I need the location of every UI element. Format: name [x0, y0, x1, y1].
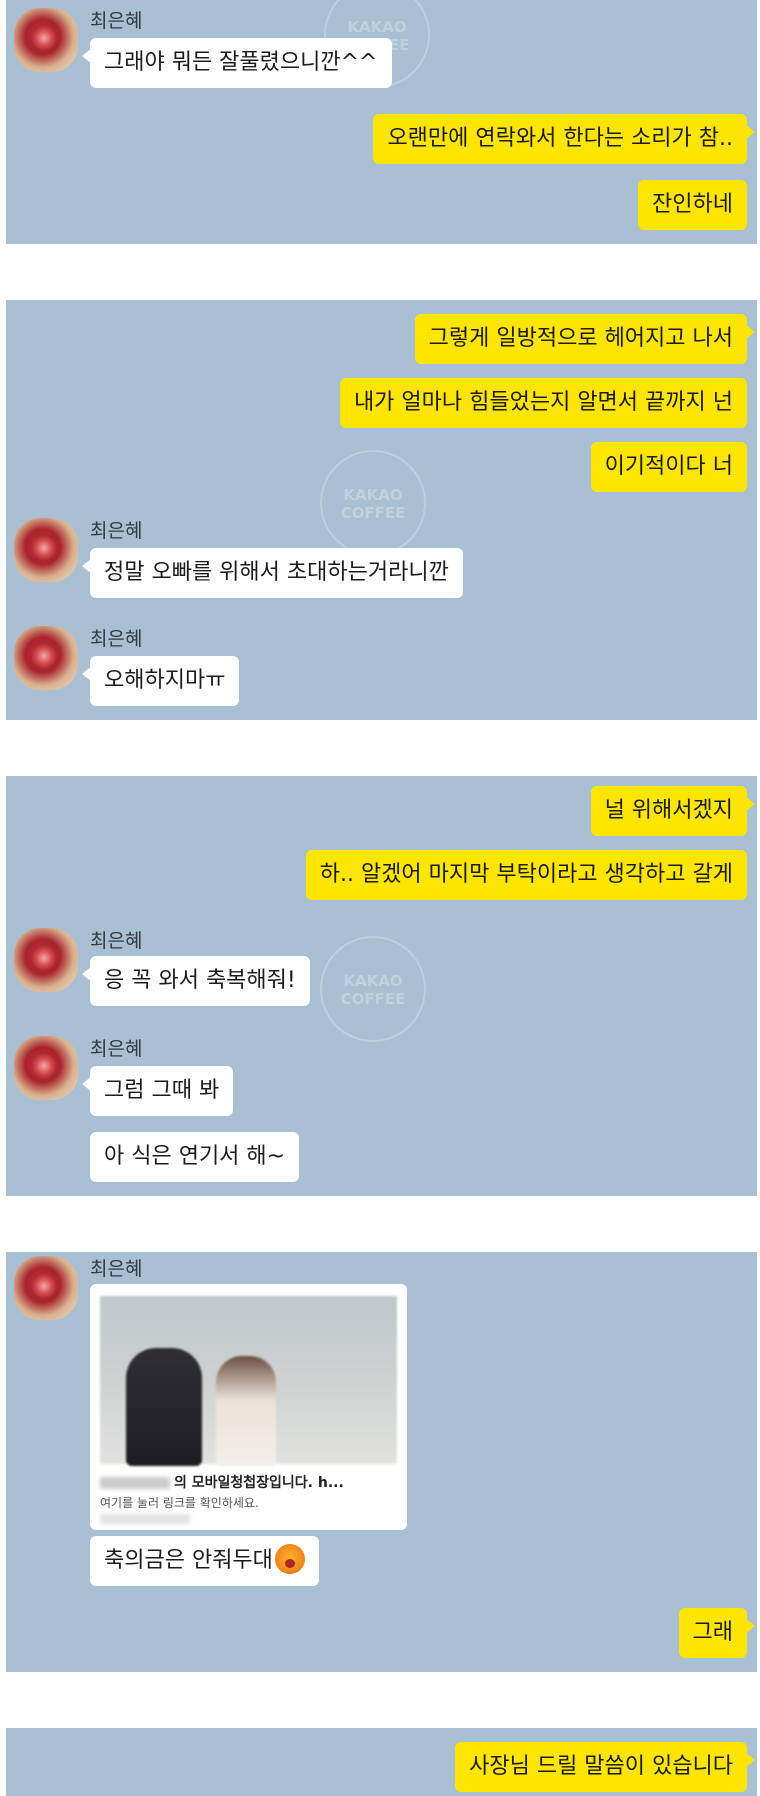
watermark-text: KAKAO: [343, 972, 403, 990]
avatar[interactable]: [14, 928, 78, 992]
watermark-text: COFFEE: [340, 504, 406, 522]
wedding-photo: [100, 1296, 397, 1466]
message-bubble[interactable]: 그럼 그때 봐: [81, 1066, 234, 1116]
message-bubble[interactable]: 축의금은 안줘두대: [90, 1536, 319, 1586]
message-bubble[interactable]: 오해하지마ㅠ: [81, 656, 240, 706]
chat-panel-3: KAKAO COFFEE 널 위해서겠지 하.. 알겠어 마지막 부탁이라고 생…: [6, 776, 757, 1196]
message-bubble[interactable]: 아 식은 연기서 해~: [90, 1132, 300, 1182]
sender-name: 최은혜: [90, 930, 143, 952]
groom-figure: [126, 1348, 202, 1466]
avatar[interactable]: [14, 518, 78, 582]
message-bubble[interactable]: 정말 오빠를 위해서 초대하는거라니깐: [82, 548, 463, 598]
watermark-text: KAKAO: [343, 486, 403, 504]
sender-name: 최은혜: [90, 628, 143, 650]
link-title: 의 모바일청첩장입니다. h...: [100, 1472, 344, 1492]
message-bubble[interactable]: 오랜만에 연락와서 한다는 소리가 참..: [373, 114, 755, 164]
watermark-text: COFFEE: [344, 36, 410, 54]
avatar[interactable]: [14, 8, 78, 72]
message-bubble[interactable]: 내가 얼마나 힘들었는지 알면서 끝까지 넌: [339, 378, 747, 428]
watermark-text: KAKAO: [347, 18, 407, 36]
chat-panel-5: 사장님 드릴 말씀이 있습니다: [6, 1728, 757, 1796]
message-bubble[interactable]: 그렇게 일방적으로 헤어지고 나서: [414, 314, 756, 364]
sender-name: 최은혜: [90, 1258, 143, 1280]
watermark-text: COFFEE: [340, 990, 406, 1008]
chat-panel-4: 최은혜 의 모바일청첩장입니다. h... 여기를 눌러 링크를 확인하세요. …: [6, 1252, 757, 1672]
message-bubble[interactable]: 널 위해서겠지: [590, 786, 756, 836]
message-bubble[interactable]: 그래: [678, 1608, 756, 1658]
link-subtitle: 여기를 눌러 링크를 확인하세요.: [100, 1496, 259, 1510]
watermark: KAKAO COFFEE: [320, 936, 426, 1042]
link-preview-card[interactable]: 의 모바일청첩장입니다. h... 여기를 눌러 링크를 확인하세요.: [90, 1284, 407, 1530]
avatar[interactable]: [14, 1256, 78, 1320]
chat-panel-2: KAKAO COFFEE 그렇게 일방적으로 헤어지고 나서 내가 얼마나 힘들…: [6, 300, 757, 720]
message-bubble[interactable]: 응 꼭 와서 축복해줘!: [82, 956, 310, 1006]
scream-emoji-icon: [274, 1544, 305, 1574]
avatar[interactable]: [14, 1036, 78, 1100]
blurred-url: [100, 1514, 190, 1524]
chat-panel-1: 최은혜 그래야 뭐든 잘풀렸으니깐^^ 오랜만에 연락와서 한다는 소리가 참.…: [6, 0, 757, 244]
blurred-text: [100, 1477, 170, 1489]
message-bubble[interactable]: 이기적이다 너: [590, 442, 747, 492]
watermark: KAKAO COFFEE: [320, 450, 426, 556]
message-bubble[interactable]: 잔인하네: [638, 180, 747, 230]
avatar[interactable]: [14, 626, 78, 690]
message-bubble[interactable]: 하.. 알겠어 마지막 부탁이라고 생각하고 갈게: [305, 850, 747, 900]
sender-name: 최은혜: [90, 1038, 143, 1060]
link-title-text: 의 모바일청첩장입니다. h...: [174, 1475, 344, 1491]
message-text: 축의금은 안줘두대: [104, 1548, 273, 1573]
message-bubble[interactable]: 사장님 드릴 말씀이 있습니다: [455, 1742, 755, 1792]
bride-figure: [216, 1356, 276, 1466]
sender-name: 최은혜: [90, 520, 143, 542]
sender-name: 최은혜: [90, 10, 143, 32]
